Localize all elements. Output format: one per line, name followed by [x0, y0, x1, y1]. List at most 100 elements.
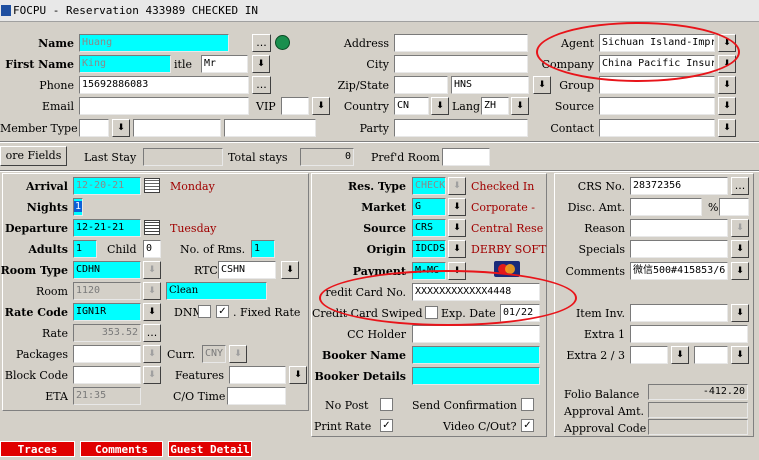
- block-code-field[interactable]: [73, 366, 141, 384]
- language-field[interactable]: ZH: [481, 97, 509, 115]
- departure-calendar-icon[interactable]: [144, 220, 160, 235]
- extra-2-dropdown-icon[interactable]: ⬇: [671, 346, 689, 364]
- source-profile-field[interactable]: [599, 97, 715, 115]
- cc-holder-field[interactable]: [412, 325, 540, 343]
- room-dropdown-icon[interactable]: ⬇: [143, 282, 161, 300]
- title-label: itle: [174, 58, 192, 71]
- comments-button[interactable]: Comments: [80, 441, 163, 457]
- name-field[interactable]: Huang: [79, 34, 229, 52]
- print-rate-checkbox[interactable]: ✓: [380, 419, 393, 432]
- contact-field[interactable]: [599, 119, 715, 137]
- packages-dropdown-icon[interactable]: ⬇: [143, 345, 161, 363]
- res-type-dropdown-icon[interactable]: ⬇: [448, 177, 466, 195]
- crs-lookup-button[interactable]: ...: [731, 177, 749, 195]
- rate-label: Rate: [41, 327, 68, 340]
- language-dropdown-icon[interactable]: ⬇: [511, 97, 529, 115]
- member-extra-field[interactable]: [224, 119, 316, 137]
- email-field[interactable]: [79, 97, 249, 115]
- vip-field[interactable]: [281, 97, 309, 115]
- rate-detail-button[interactable]: ...: [143, 324, 161, 342]
- currency-dropdown-icon[interactable]: ⬇: [229, 345, 247, 363]
- video-co-checkbox[interactable]: ✓: [521, 419, 534, 432]
- crs-no-field[interactable]: 28372356: [630, 177, 728, 195]
- comments-field[interactable]: 微信500#415853/6: [630, 262, 728, 280]
- party-field[interactable]: [394, 119, 528, 137]
- contact-dropdown-icon[interactable]: ⬇: [718, 119, 736, 137]
- zip-field[interactable]: [394, 76, 448, 94]
- email-label: Email: [41, 100, 74, 113]
- first-name-field[interactable]: King: [79, 55, 171, 73]
- res-type-field[interactable]: CHECKI: [412, 177, 446, 195]
- origin-field[interactable]: IDCDS: [412, 240, 446, 258]
- adults-field[interactable]: 1: [73, 240, 97, 258]
- block-code-dropdown-icon[interactable]: ⬇: [143, 366, 161, 384]
- name-lookup-button[interactable]: ...: [252, 34, 271, 52]
- rtc-dropdown-icon[interactable]: ⬇: [281, 261, 299, 279]
- disc-percent-field[interactable]: [719, 198, 749, 216]
- dnm-checkbox[interactable]: [198, 305, 211, 318]
- source-profile-dropdown-icon[interactable]: ⬇: [718, 97, 736, 115]
- member-number-field[interactable]: [133, 119, 221, 137]
- origin-desc: DERBY SOFT: [471, 243, 547, 256]
- phone-field[interactable]: 15692886083: [79, 76, 249, 94]
- arrival-field[interactable]: 12-20-21: [73, 177, 141, 195]
- rooms-field[interactable]: 1: [251, 240, 275, 258]
- address-field[interactable]: [394, 34, 528, 52]
- annotation-oval-agent-company: [536, 22, 740, 82]
- child-field[interactable]: 0: [143, 240, 161, 258]
- rtc-field[interactable]: CSHN: [218, 261, 276, 279]
- member-type-dropdown-icon[interactable]: ⬇: [112, 119, 130, 137]
- booker-details-field[interactable]: [412, 367, 540, 385]
- globe-icon[interactable]: [275, 35, 290, 50]
- nights-field[interactable]: 1: [73, 198, 83, 216]
- item-inv-field[interactable]: [630, 304, 728, 322]
- extra-2-field[interactable]: [630, 346, 668, 364]
- no-post-checkbox[interactable]: [380, 398, 393, 411]
- traces-button[interactable]: Traces: [0, 441, 75, 457]
- market-dropdown-icon[interactable]: ⬇: [448, 198, 466, 216]
- co-time-field[interactable]: [227, 387, 286, 405]
- departure-field[interactable]: 12-21-21: [73, 219, 141, 237]
- features-field[interactable]: [229, 366, 286, 384]
- title-bar: FOCPU - Reservation 433989 CHECKED IN: [0, 0, 759, 22]
- source-dropdown-icon[interactable]: ⬇: [448, 219, 466, 237]
- guest-detail-button[interactable]: Guest Detail: [168, 441, 252, 457]
- state-field[interactable]: HNS: [451, 76, 529, 94]
- country-field[interactable]: CN: [394, 97, 429, 115]
- source-field[interactable]: CRS: [412, 219, 446, 237]
- country-dropdown-icon[interactable]: ⬇: [431, 97, 449, 115]
- extra-3-dropdown-icon[interactable]: ⬇: [731, 346, 749, 364]
- title-dropdown-icon[interactable]: ⬇: [252, 55, 270, 73]
- features-dropdown-icon[interactable]: ⬇: [289, 366, 307, 384]
- origin-dropdown-icon[interactable]: ⬇: [448, 240, 466, 258]
- more-fields-button[interactable]: ore Fields: [0, 146, 67, 166]
- rate-code-dropdown-icon[interactable]: ⬇: [143, 303, 161, 321]
- specials-dropdown-icon[interactable]: ⬇: [731, 240, 749, 258]
- specials-field[interactable]: [630, 240, 728, 258]
- member-type-field[interactable]: [79, 119, 109, 137]
- room-type-field[interactable]: CDHN: [73, 261, 141, 279]
- room-type-dropdown-icon[interactable]: ⬇: [143, 261, 161, 279]
- send-confirmation-checkbox[interactable]: [521, 398, 534, 411]
- disc-amt-field[interactable]: [630, 198, 702, 216]
- packages-field[interactable]: [73, 345, 141, 363]
- reason-field[interactable]: [630, 219, 728, 237]
- calendar-icon[interactable]: [144, 178, 160, 193]
- market-field[interactable]: G: [412, 198, 446, 216]
- extra-3-field[interactable]: [694, 346, 728, 364]
- comments-dropdown-icon[interactable]: ⬇: [731, 262, 749, 280]
- preferred-room-field[interactable]: [442, 148, 490, 166]
- specials-label: Specials: [578, 243, 626, 256]
- rate-code-field[interactable]: IGN1R: [73, 303, 141, 321]
- booker-name-field[interactable]: [412, 346, 540, 364]
- item-inv-dropdown-icon[interactable]: ⬇: [731, 304, 749, 322]
- extra-1-field[interactable]: [630, 325, 748, 343]
- city-field[interactable]: [394, 55, 528, 73]
- phone-lookup-button[interactable]: ...: [252, 76, 271, 94]
- group-dropdown-icon[interactable]: ⬇: [718, 76, 736, 94]
- eta-label: ETA: [45, 390, 68, 403]
- fixed-rate-checkbox[interactable]: ✓: [216, 305, 229, 318]
- reason-dropdown-icon[interactable]: ⬇: [731, 219, 749, 237]
- title-field[interactable]: Mr: [201, 55, 248, 73]
- block-code-label: Block Code: [4, 369, 68, 382]
